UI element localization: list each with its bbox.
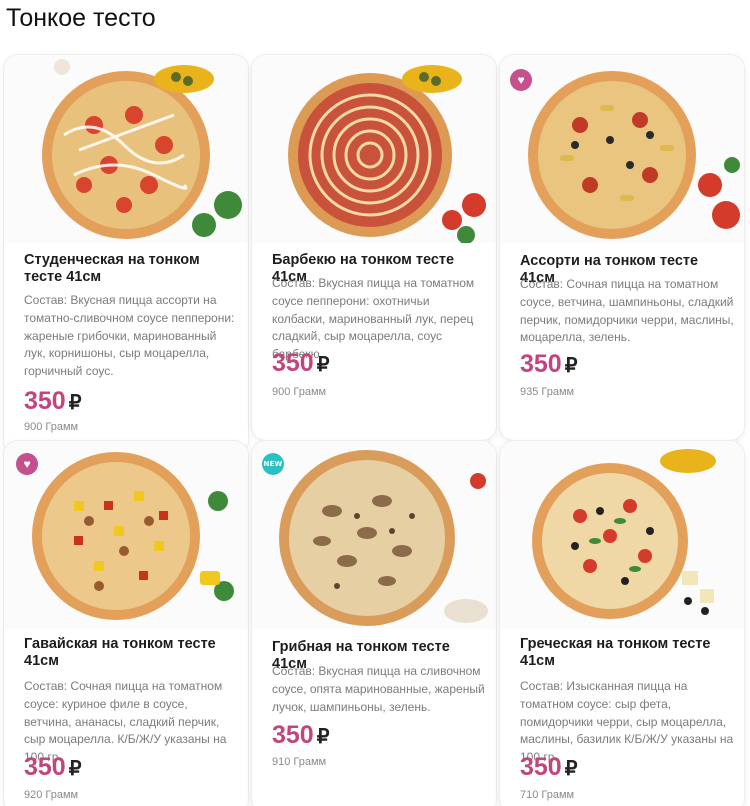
product-card-mushroom[interactable]: NEW Грибная на тонком тесте 41см Состав:… [252, 441, 496, 806]
product-card-assorti[interactable]: ♥ Ассорти на тонком тесте 41см Состав: С… [500, 55, 744, 440]
product-weight: 710 Грамм [520, 789, 575, 801]
product-image-mushroom[interactable] [252, 441, 496, 629]
currency-symbol: ₽ [316, 354, 330, 376]
favorite-badge[interactable]: ♥ [510, 69, 532, 91]
pizza-image [4, 441, 248, 629]
product-card-hawaiian[interactable]: ♥ Гавайская на тонком тесте 41см Состав:… [4, 441, 248, 806]
product-price: 350 ₽ [272, 721, 329, 750]
product-price: 350 ₽ [272, 349, 329, 378]
product-price: 350 ₽ [520, 753, 577, 782]
product-weight: 910 Грамм [272, 756, 327, 768]
product-weight: 935 Грамм [520, 386, 575, 398]
section-title: Тонкое тесто [6, 4, 156, 32]
favorite-badge[interactable]: ♥ [16, 453, 38, 475]
product-image-assorti[interactable] [500, 55, 744, 243]
price-value: 350 [272, 721, 314, 749]
product-price: 350 ₽ [520, 350, 577, 379]
product-image-studencheskaya[interactable] [4, 55, 248, 243]
currency-symbol: ₽ [564, 758, 578, 780]
price-value: 350 [520, 753, 562, 781]
pizza-image [4, 55, 248, 243]
product-name[interactable]: Греческая на тонком тесте 41см [520, 636, 732, 670]
product-price: 350 ₽ [24, 753, 81, 782]
price-value: 350 [24, 753, 66, 781]
product-description: Состав: Вкусная пицца ассорти на томатно… [24, 293, 235, 379]
product-weight: 920 Грамм [24, 789, 79, 801]
product-card-studencheskaya[interactable]: Студенческая на тонком тесте 41см Состав… [4, 55, 248, 455]
currency-symbol: ₽ [564, 355, 578, 377]
price-value: 350 [272, 349, 314, 377]
product-description: Состав: Вкусная пицца на сливочном соусе… [272, 664, 485, 714]
product-price: 350 ₽ [24, 387, 81, 416]
product-weight: 900 Грамм [272, 386, 327, 398]
price-value: 350 [520, 350, 562, 378]
product-description: Состав: Сочная пицца на томатном соусе, … [520, 277, 734, 345]
product-card-barbecue[interactable]: Барбекю на тонком тесте 41см Состав: Вку… [252, 55, 496, 440]
product-card-greek[interactable]: Греческая на тонком тесте 41см Состав: И… [500, 441, 744, 806]
pizza-image [252, 55, 496, 243]
currency-symbol: ₽ [68, 392, 82, 414]
pizza-image [500, 55, 744, 243]
currency-symbol: ₽ [316, 726, 330, 748]
currency-symbol: ₽ [68, 758, 82, 780]
product-image-barbecue[interactable] [252, 55, 496, 243]
new-badge: NEW [262, 453, 284, 475]
product-image-hawaiian[interactable] [4, 441, 248, 629]
price-value: 350 [24, 387, 66, 415]
product-weight: 900 Грамм [24, 421, 79, 433]
pizza-image [252, 441, 496, 629]
heart-icon: ♥ [23, 457, 31, 471]
product-image-greek[interactable] [500, 441, 744, 629]
new-label: NEW [263, 460, 283, 468]
product-name[interactable]: Студенческая на тонком тесте 41см [24, 252, 236, 286]
heart-icon: ♥ [517, 73, 525, 87]
product-name[interactable]: Гавайская на тонком тесте 41см [24, 636, 236, 670]
pizza-image [500, 441, 744, 629]
